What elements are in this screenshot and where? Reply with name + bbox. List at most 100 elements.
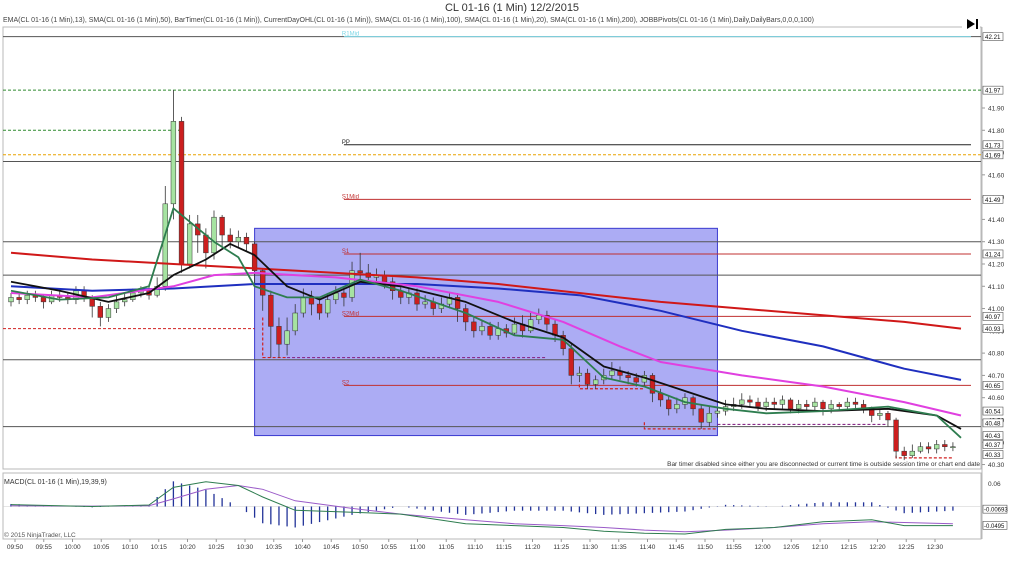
price-tag-label: 41.49: [985, 197, 1001, 204]
pivot-label: R1Mid: [342, 32, 359, 38]
y-tick-label: 41.00: [988, 306, 1005, 313]
candle-body: [40, 297, 47, 303]
candle-body: [804, 404, 810, 407]
pivot-label: PP: [342, 140, 350, 146]
x-tick-label: 12:10: [812, 544, 829, 551]
y-tick-label: 40.60: [988, 395, 1005, 402]
x-tick-label: 10:10: [122, 544, 139, 551]
x-tick-label: 11:25: [553, 544, 569, 551]
x-tick-label: 10:45: [323, 544, 340, 551]
price-tag-label: 40.93: [985, 326, 1001, 333]
candle-body: [950, 446, 956, 448]
y-tick-label: 41.20: [988, 261, 1005, 268]
y-tick-label: 41.60: [988, 172, 1005, 179]
y-tick-label: 41.10: [988, 284, 1005, 291]
price-tag-label: 40.97: [985, 314, 1001, 321]
candle-body: [463, 308, 469, 323]
price-tag-label: 40.33: [985, 452, 1001, 459]
candle-body: [292, 312, 298, 332]
chart-title: CL 01-16 (1 Min) 12/2/2015: [444, 2, 580, 14]
x-tick-label: 12:00: [754, 544, 771, 551]
price-tag-label: 40.48: [985, 420, 1001, 427]
x-tick-label: 11:00: [410, 544, 426, 551]
candle-body: [755, 401, 761, 407]
candle-body: [203, 234, 209, 254]
indicator-list: EMA(CL 01-16 (1 Min),13), SMA(CL 01-16 (…: [3, 17, 814, 24]
candle-body: [24, 294, 30, 300]
macd-tag-label: -0.00693: [984, 508, 1008, 514]
x-tick-label: 11:45: [668, 544, 684, 551]
price-tag-label: 40.54: [985, 409, 1001, 416]
x-tick-label: 11:35: [611, 544, 627, 551]
candle-body: [747, 399, 753, 403]
candle-body: [341, 292, 347, 298]
bartimer-notice: Bar timer disabled since either you are …: [667, 461, 980, 468]
candle-body: [771, 401, 777, 405]
candle-body: [16, 297, 22, 300]
candle-body: [609, 370, 615, 376]
candle-body: [917, 446, 924, 452]
macd-tag-label: -0.0495: [984, 524, 1005, 530]
time-axis: 09:50 09:55 10:00 10:05 10:10 10:15 10:20 10:25…: [3, 538, 981, 551]
macd-y-tick-label: 0.06: [988, 481, 1001, 488]
candle-body: [885, 413, 891, 421]
x-tick-label: 12:30: [927, 544, 944, 551]
candle-body: [219, 216, 225, 236]
highlight-region: [254, 227, 718, 437]
price-tag-label: 41.69: [985, 152, 1001, 159]
x-tick-label: 11:55: [726, 544, 742, 551]
candle-body: [844, 401, 851, 407]
x-tick-label: 11:50: [697, 544, 713, 551]
x-tick-label: 10:55: [381, 544, 398, 551]
price-tag-label: 41.73: [985, 142, 1001, 149]
candle-body: [828, 404, 834, 410]
y-tick-label: 41.30: [988, 239, 1005, 246]
candle-body: [795, 404, 802, 410]
pivot-label: S2Mid: [342, 311, 359, 317]
candle-body: [487, 326, 493, 336]
candle-body: [739, 399, 745, 405]
copyright: © 2015 NinjaTrader, LLC: [4, 531, 76, 539]
x-tick-label: 11:20: [525, 544, 541, 551]
candle-body: [122, 299, 128, 303]
x-tick-label: 10:00: [64, 544, 81, 551]
candle-body: [934, 444, 940, 450]
x-tick-label: 10:15: [151, 544, 168, 551]
x-tick-label: 10:25: [208, 544, 225, 551]
candle-body: [178, 121, 185, 265]
candle-body: [893, 419, 899, 452]
y-tick-label: 40.70: [988, 373, 1005, 380]
x-tick-label: 10:40: [294, 544, 311, 551]
price-tag-label: 40.37: [985, 442, 1001, 449]
candle-body: [698, 408, 704, 423]
scroll-end-button[interactable]: [962, 15, 980, 33]
candle-body: [877, 413, 883, 416]
candle-body: [787, 399, 794, 410]
candle-body: [105, 308, 112, 318]
candle-body: [162, 203, 168, 287]
candle-body: [186, 223, 193, 265]
price-tag-label: 40.43: [985, 433, 1001, 440]
x-tick-label: 10:35: [266, 544, 283, 551]
candle-body: [170, 121, 177, 205]
candle-body: [576, 372, 583, 376]
skip-to-end-icon-bar: [976, 19, 978, 29]
x-tick-label: 10:05: [93, 544, 110, 551]
y-tick-label: 40.30: [988, 462, 1005, 469]
candle-body: [325, 299, 331, 314]
y-tick-label: 41.40: [988, 217, 1005, 224]
x-tick-label: 12:20: [869, 544, 886, 551]
candle-body: [308, 297, 315, 305]
x-tick-label: 11:10: [467, 544, 483, 551]
y-tick-label: 40.80: [988, 351, 1005, 358]
candle-body: [909, 450, 915, 456]
x-tick-label: 11:15: [496, 544, 512, 551]
candle-body: [625, 375, 631, 378]
candle-body: [357, 270, 363, 274]
candle-body: [633, 377, 639, 383]
x-tick-label: 11:30: [582, 544, 598, 551]
y-tick-label: 41.90: [988, 105, 1005, 112]
candle-body: [227, 234, 233, 242]
macd-label: MACD(CL 01-16 (1 Min),19,39,9): [4, 479, 107, 486]
candle-body: [8, 297, 14, 303]
